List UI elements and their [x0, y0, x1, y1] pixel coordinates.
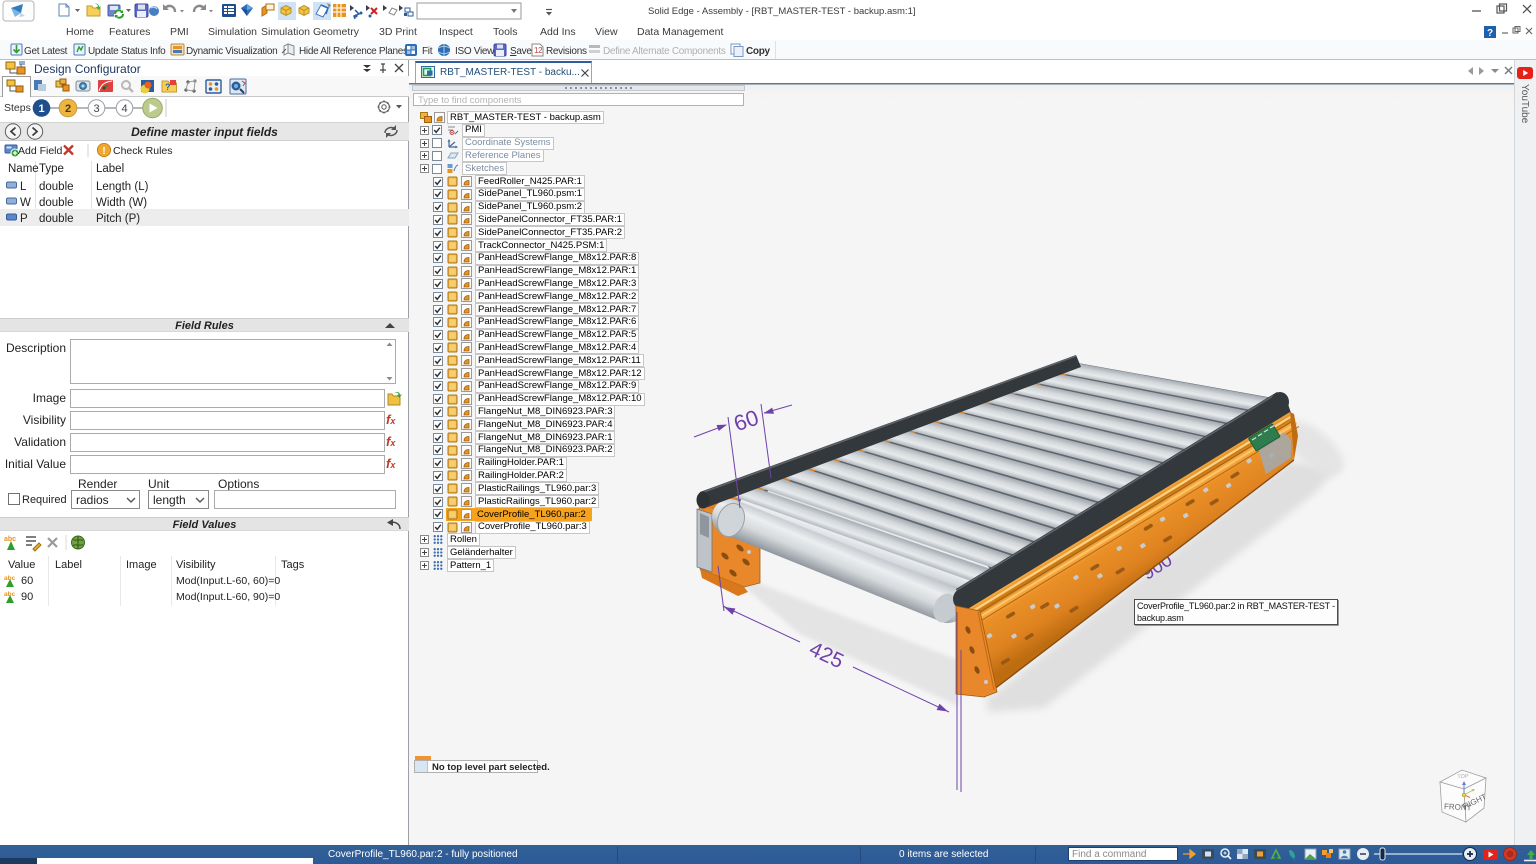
svg-text:abc: abc: [4, 536, 16, 543]
svg-text:Revisions: Revisions: [546, 46, 587, 57]
svg-text:Define Alternate Components: Define Alternate Components: [603, 46, 726, 57]
svg-text:Dynamic Visualization: Dynamic Visualization: [186, 46, 277, 57]
svg-text:ISO View: ISO View: [455, 46, 495, 57]
svg-text:?: ?: [165, 82, 171, 92]
svg-text:!: !: [102, 146, 105, 157]
svg-text:1: 1: [38, 103, 44, 115]
svg-text:Fit: Fit: [422, 46, 433, 57]
svg-text:60: 60: [731, 405, 762, 437]
svg-text:Copy: Copy: [746, 46, 771, 57]
svg-text:2: 2: [65, 103, 71, 115]
svg-text:?: ?: [1487, 28, 1493, 39]
svg-text:Get Latest: Get Latest: [24, 46, 68, 57]
svg-text:4: 4: [121, 103, 127, 115]
svg-text:Update Status Info: Update Status Info: [88, 46, 166, 57]
svg-text:12: 12: [534, 46, 543, 55]
svg-text:Hide All Reference Planes: Hide All Reference Planes: [299, 46, 408, 57]
svg-text:3: 3: [93, 103, 99, 115]
svg-text:TOP: TOP: [1457, 774, 1469, 781]
svg-text:Save: Save: [510, 46, 532, 57]
